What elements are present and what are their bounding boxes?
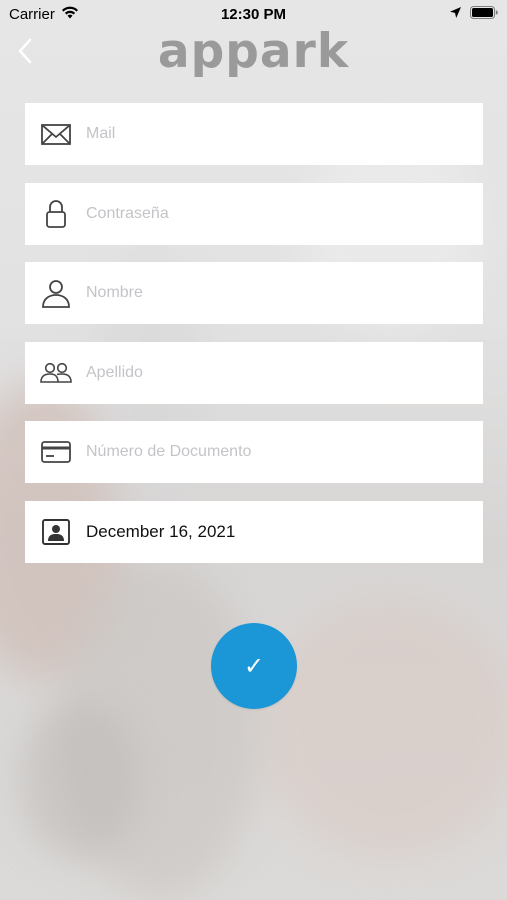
id-card-icon: [39, 435, 73, 469]
first-name-input[interactable]: [86, 284, 466, 302]
document-number-field[interactable]: [25, 421, 483, 483]
mail-field[interactable]: [25, 103, 483, 165]
carrier-label: Carrier: [9, 5, 55, 23]
birthdate-value: December 16, 2021: [86, 521, 236, 541]
last-name-input[interactable]: [86, 363, 466, 382]
users-icon: [39, 356, 73, 390]
location-arrow-icon: [449, 6, 462, 23]
submit-button[interactable]: ✓: [211, 623, 297, 709]
wifi-icon: [61, 6, 79, 23]
user-icon: [39, 276, 73, 310]
navigation-bar: appark: [0, 24, 507, 80]
battery-icon: [470, 5, 498, 23]
mail-input[interactable]: [86, 125, 466, 143]
mail-icon: [39, 117, 73, 151]
first-name-field[interactable]: [25, 262, 483, 324]
lock-icon: [39, 197, 73, 231]
contact-card-icon: [39, 515, 73, 549]
registration-form: December 16, 2021: [25, 103, 483, 580]
birthdate-field[interactable]: December 16, 2021: [25, 500, 483, 563]
password-field[interactable]: [25, 182, 483, 245]
checkmark-icon: ✓: [243, 652, 265, 680]
password-input[interactable]: [86, 204, 466, 223]
last-name-field[interactable]: [25, 341, 483, 404]
app-logo: appark: [157, 24, 350, 79]
document-number-input[interactable]: [86, 443, 466, 461]
